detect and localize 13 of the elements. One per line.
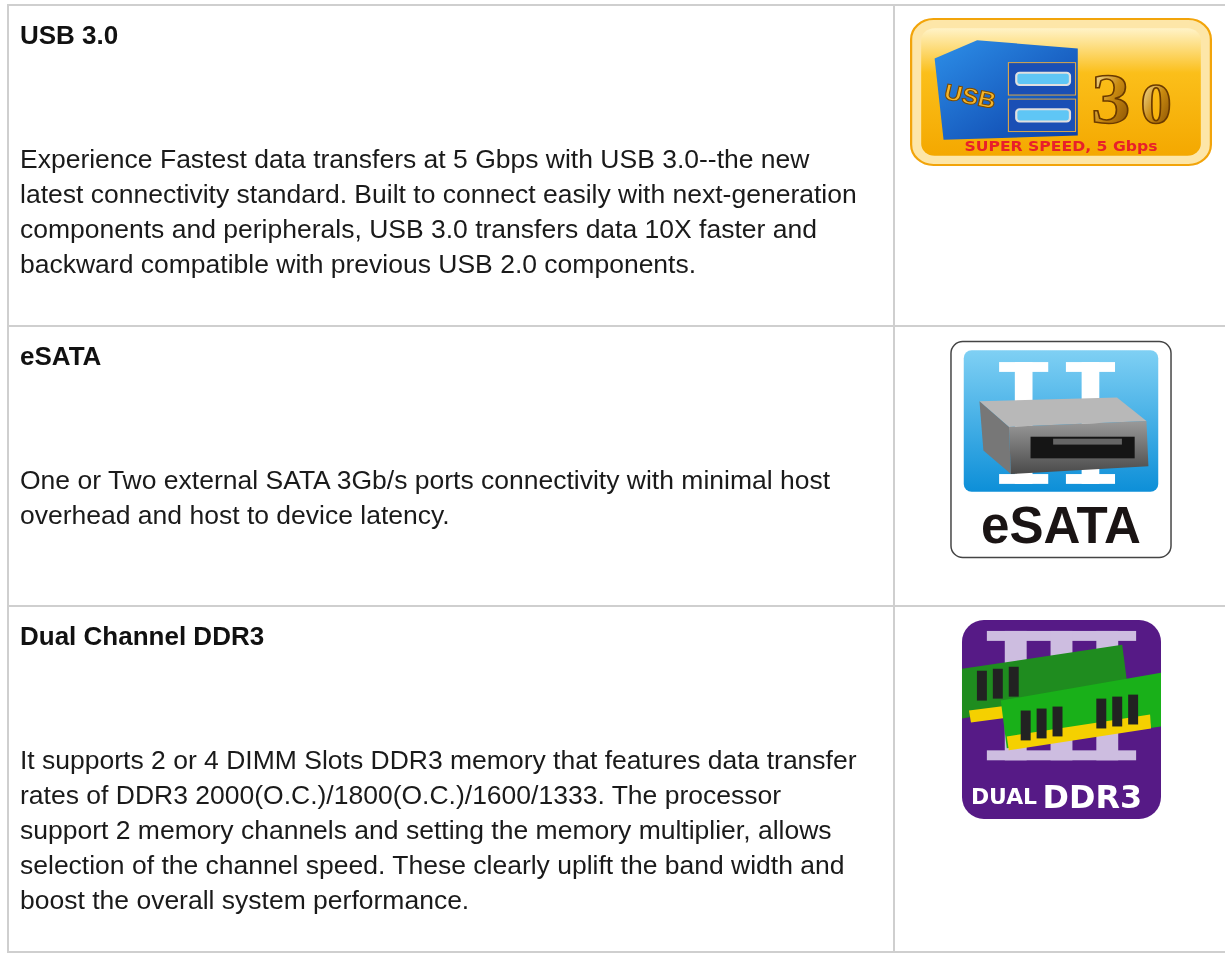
logo-text: 0: [1140, 73, 1172, 136]
feature-description: One or Two external SATA 3Gb/s ports connectivity with minimal host overhead and host to device latency.: [20, 464, 831, 532]
feature-description: It supports 2 or 4 DIMM Slots DDR3 memory that features data transfer rates of DDR3 2000(O.C.)/1800(O.C.)/1600/1333. The processor support 2 memory channels and setting the memory multiplier, allows selection of the channel speed. These clearly uplift the band width and boost the overall system performance.: [20, 744, 857, 917]
feature-title: USB 3.0: [20, 19, 119, 52]
logo-text: USB: [942, 79, 999, 114]
logo-text: eSATA: [981, 496, 1141, 554]
logo-text: DDR3: [1042, 778, 1142, 817]
feature-description: Experience Fastest data transfers at 5 Gbps with USB 3.0--the new latest connectivity standard. Built to connect easily with next-generation components and peripherals, USB 3.0 transfers data 10X faster and backward compatible with previous USB 2.0 components.: [20, 143, 857, 281]
logo-text: DUAL: [970, 784, 1037, 810]
logo-text: SUPER SPEED, 5 Gbps: [964, 137, 1158, 155]
logo-text: 3: [1091, 59, 1131, 139]
feature-title: Dual Channel DDR3: [20, 620, 265, 653]
feature-title: eSATA: [20, 340, 102, 373]
